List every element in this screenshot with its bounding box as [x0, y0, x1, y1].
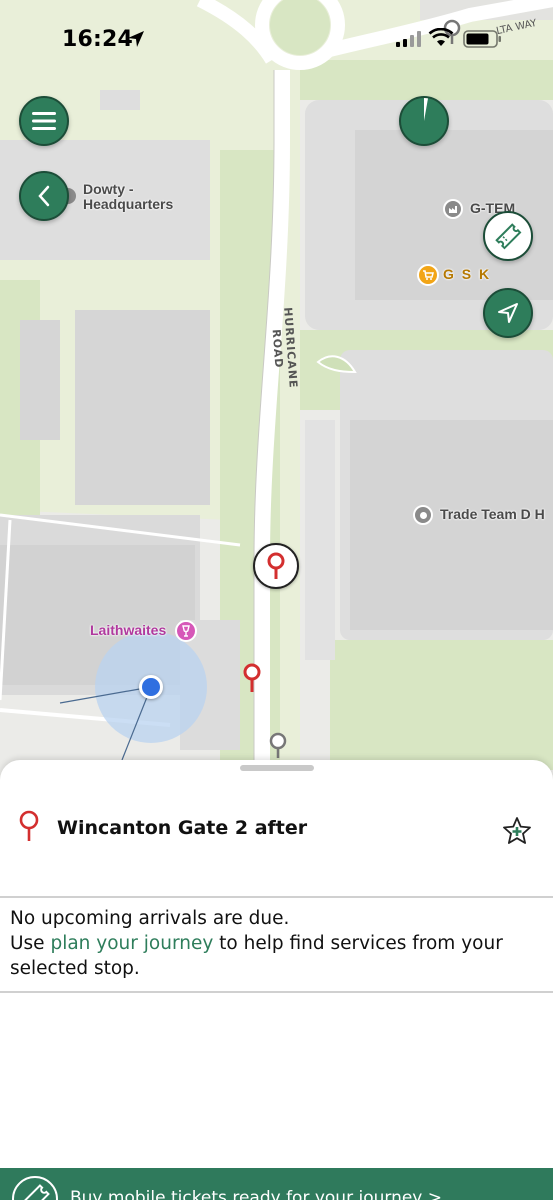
battery-icon [463, 30, 501, 48]
menu-button[interactable] [19, 96, 69, 146]
location-dot-icon[interactable] [413, 505, 433, 525]
divider [0, 991, 553, 993]
place-label-dowty-line1: Dowty - [83, 181, 134, 197]
tickets-button[interactable] [483, 211, 533, 261]
add-favourite-star-icon[interactable] [502, 816, 532, 846]
locate-me-button[interactable] [483, 288, 533, 338]
plan-journey-hint: Use plan your journey to help find servi… [10, 931, 545, 981]
banner-ticket-icon [12, 1176, 58, 1200]
sheet-grabber-handle[interactable] [240, 765, 314, 771]
stop-details-sheet[interactable]: Wincanton Gate 2 after No upcoming arriv… [0, 760, 553, 1200]
user-location-dot [139, 675, 163, 699]
chevron-left-icon [38, 185, 50, 207]
stop-header: Wincanton Gate 2 after [0, 800, 553, 860]
ticket-icon [495, 223, 522, 250]
menu-icon [32, 112, 56, 130]
map-view[interactable]: HURRICANE ROAD LTA WAY Dowty - Headquart… [0, 0, 553, 780]
selected-stop-pin-icon[interactable] [253, 543, 299, 589]
place-label-gsk[interactable]: G S K [443, 267, 491, 282]
stop-pin-icon [19, 810, 39, 841]
place-label-dowty-line2: Headquarters [83, 196, 174, 212]
no-arrivals-message: No upcoming arrivals are due. Use plan y… [10, 906, 545, 981]
map-background [0, 0, 553, 780]
bus-stop-pin-icon[interactable] [241, 662, 263, 694]
wifi-icon [428, 28, 454, 46]
navigation-arrow-icon [498, 303, 518, 323]
place-label-dowty[interactable]: Dowty - Headquarters [83, 182, 173, 212]
banner-text: Buy mobile tickets ready for your journe… [70, 1188, 443, 1200]
refresh-timer-icon [424, 98, 428, 121]
wine-shop-icon[interactable] [175, 620, 197, 642]
hint-prefix: Use [10, 933, 51, 954]
no-arrivals-line: No upcoming arrivals are due. [10, 908, 290, 929]
stop-name: Wincanton Gate 2 after [57, 817, 308, 839]
place-label-trade-team[interactable]: Trade Team D H [440, 507, 545, 522]
divider [0, 896, 553, 898]
refresh-timer-button[interactable] [399, 96, 449, 146]
status-time: 16:24 [62, 27, 134, 52]
back-button[interactable] [19, 171, 69, 221]
shopping-cart-icon[interactable] [417, 264, 439, 286]
place-label-laithwaites[interactable]: Laithwaites [90, 623, 166, 638]
status-bar: 16:24 [0, 0, 553, 80]
plan-your-journey-link[interactable]: plan your journey [50, 933, 213, 954]
buy-tickets-banner[interactable]: Buy mobile tickets ready for your journe… [0, 1168, 553, 1200]
location-arrow-icon [128, 31, 144, 47]
cellular-signal-icon [396, 31, 421, 47]
factory-icon[interactable] [443, 199, 463, 219]
